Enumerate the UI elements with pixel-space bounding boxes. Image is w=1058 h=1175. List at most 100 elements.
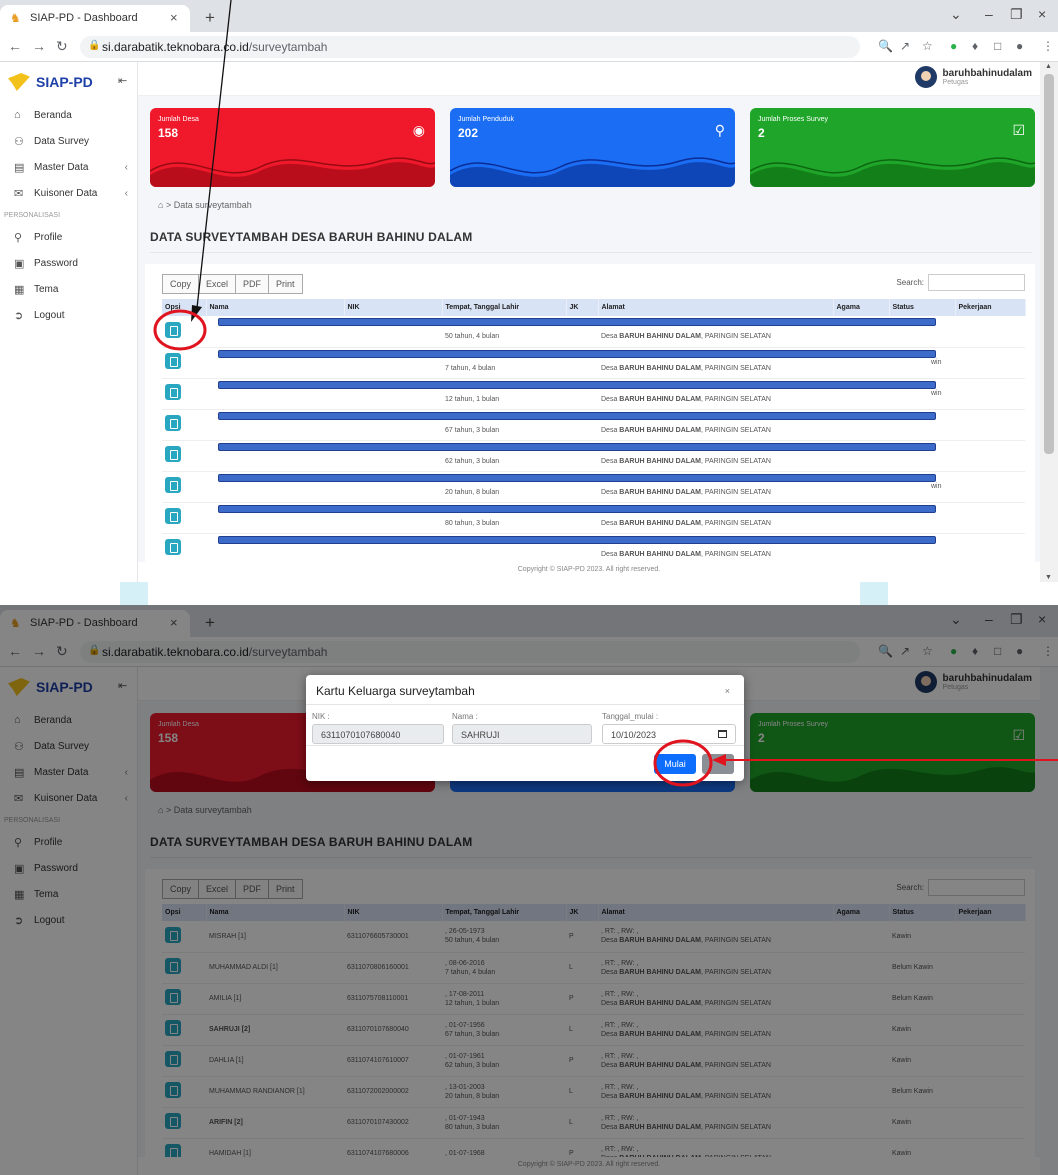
sidebar-item-kuisoner-data[interactable]: ✉ Kuisoner Data ‹ (0, 180, 138, 206)
modal-divider (306, 745, 744, 746)
sidebar-item-label: Data Survey (34, 135, 90, 147)
stat-card-wave (150, 157, 435, 187)
sidebar-item-tema[interactable]: ▦ Tema (0, 276, 138, 302)
print-button[interactable]: Print (268, 274, 303, 294)
opsi-button[interactable] (165, 321, 181, 338)
calendar-icon[interactable] (718, 730, 727, 738)
nik-input[interactable]: 6311070107680040 (312, 724, 444, 744)
browser-tab[interactable]: ♞ SIAP-PD - Dashboard × (0, 5, 190, 32)
cell-alamat-prefix: Desa (601, 550, 618, 558)
modal-close-button[interactable] (702, 754, 734, 774)
zoom-icon[interactable]: 🔍 (878, 39, 893, 53)
sidebar-item-password[interactable]: ▣ Password (0, 250, 138, 276)
table-cell-opsi (162, 409, 206, 441)
page-title: DATA SURVEYTAMBAH DESA BARUH BAHINU DALA… (150, 230, 473, 244)
breadcrumb: ⌂ > Data surveytambah (158, 200, 252, 210)
column-header[interactable]: Agama (833, 299, 890, 316)
minimize-icon[interactable]: – (985, 6, 993, 22)
user-menu[interactable]: baruhbahinudalam Petugas (914, 66, 1032, 88)
sidebar-menu: ⌂ Beranda ⚇ Data Survey ▤ Master Data ‹ ✉ Kui… (0, 102, 138, 328)
nama-input[interactable]: SAHRUJI (452, 724, 592, 744)
cell-ttl-age: 12 tahun, 1 bulan (445, 395, 500, 403)
opsi-button[interactable] (165, 446, 181, 462)
close-icon[interactable]: × (725, 686, 730, 696)
reload-icon[interactable]: ↻ (56, 38, 68, 55)
url-field[interactable]: 🔒 si.darabatik.teknobara.co.id/surveytam… (80, 36, 860, 58)
cell-alamat-desa: BARUH BAHINU DALAM (619, 457, 701, 465)
tab-title: SIAP-PD - Dashboard (30, 12, 138, 24)
sidebar-item-data-survey[interactable]: ⚇ Data Survey (0, 128, 138, 154)
sidebar-item-beranda[interactable]: ⌂ Beranda (0, 102, 138, 128)
nama-field: Nama : SAHRUJI (452, 712, 592, 744)
column-header[interactable]: Pekerjaan (955, 299, 1026, 316)
sidebar-item-profile[interactable]: ⚲ Profile (0, 224, 138, 250)
lock-icon: ▣ (14, 257, 25, 270)
scroll-up-icon[interactable]: ▲ (1045, 63, 1052, 70)
bookmark-icon[interactable]: ☆ (922, 39, 933, 53)
extension-icon[interactable]: ● (950, 39, 957, 53)
cell-pekerjaan (955, 471, 1025, 503)
maximize-icon[interactable]: ❐ (1010, 6, 1023, 23)
table-row: 12 tahun, 1 bulan Desa BARUH BAHINU DALAM… (162, 378, 1025, 410)
chevron-left-icon: ‹ (124, 161, 128, 173)
column-header[interactable]: Nama (206, 299, 345, 316)
home-icon[interactable]: ⌂ (158, 200, 163, 210)
divider (150, 252, 1032, 253)
pin-icon: ◉ (412, 122, 425, 138)
scroll-down-icon[interactable]: ▼ (1045, 574, 1052, 581)
stat-card-label: Jumlah Proses Survey (758, 116, 829, 123)
opsi-button[interactable] (165, 508, 181, 524)
cell-alamat-desa: BARUH BAHINU DALAM (619, 395, 701, 403)
search-input[interactable] (928, 274, 1025, 291)
browser-tab-bar: ♞ SIAP-PD - Dashboard × + ⌄ – ❐ × (0, 0, 1058, 32)
brand[interactable]: SIAP-PD (8, 68, 93, 96)
sidebar-item-logout[interactable]: ➲ Logout (0, 302, 138, 328)
column-header[interactable]: Opsi (162, 299, 207, 316)
scrollbar-thumb[interactable] (1044, 74, 1054, 454)
table-cell-opsi (162, 316, 206, 348)
mulai-button[interactable]: Mulai (654, 754, 696, 774)
pdf-button[interactable]: PDF (235, 274, 270, 294)
copy-button[interactable]: Copy (162, 274, 200, 294)
close-window-icon[interactable]: × (1038, 6, 1046, 22)
close-tab-icon[interactable]: × (170, 10, 178, 25)
browser-menu-icon[interactable]: ⋮ (1042, 39, 1054, 53)
column-header[interactable]: Alamat (598, 299, 834, 316)
tab-search-icon[interactable]: ⌄ (950, 6, 962, 23)
excel-button[interactable]: Excel (198, 274, 237, 294)
opsi-button[interactable] (165, 384, 181, 400)
footer: Copyright © SIAP-PD 2023. All right rese… (138, 562, 1040, 582)
opsi-button[interactable] (165, 539, 181, 555)
sidebar-item-master-data[interactable]: ▤ Master Data ‹ (0, 154, 138, 180)
table-row: Desa BARUH BAHINU DALAM, PARINGIN SELATA… (162, 533, 1025, 565)
opsi-button[interactable] (165, 477, 181, 493)
cell-ttl-age: 50 tahun, 4 bulan (445, 333, 500, 341)
modal-title: Kartu Keluarga surveytambah (316, 684, 475, 698)
tanggal-mulai-input[interactable]: 10/10/2023 (602, 724, 736, 744)
search: Search: (896, 274, 1025, 291)
column-header[interactable]: Status (889, 299, 956, 316)
brand-name: SIAP-PD (36, 74, 93, 90)
column-header[interactable]: Tempat, Tanggal Lahir (442, 299, 567, 316)
table-row: 20 tahun, 8 bulan Desa BARUH BAHINU DALAM… (162, 471, 1025, 503)
column-header[interactable]: NIK (344, 299, 443, 316)
cell-alamat-kec: , PARINGIN SELATAN (700, 519, 771, 527)
profile-icon[interactable]: ● (1016, 39, 1023, 53)
collapse-sidebar-icon[interactable]: ⇤ (118, 74, 127, 87)
sidepanel-icon[interactable]: □ (994, 39, 1001, 53)
back-icon[interactable]: ← (8, 38, 22, 54)
cell-alamat-prefix: Desa (601, 364, 618, 372)
survey-table-1: Opsi Nama NIK Tempat, Tanggal Lahir JK Alamat… (162, 299, 1026, 565)
cell-alamat-prefix: Desa (601, 395, 618, 403)
extensions-puzzle-icon[interactable]: ♦ (972, 39, 978, 53)
table-row: 7 tahun, 4 bulan Desa BARUH BAHINU DALAM,… (162, 347, 1025, 379)
forward-icon[interactable]: → (32, 38, 46, 54)
sidebar-item-label: Password (34, 257, 78, 269)
new-tab-icon[interactable]: + (205, 8, 215, 28)
column-header[interactable]: JK (566, 299, 599, 316)
opsi-button[interactable] (165, 353, 181, 369)
page-scrollbar[interactable]: ▲ ▼ (1040, 62, 1058, 582)
share-icon[interactable]: ↗ (900, 39, 910, 53)
opsi-button[interactable] (165, 415, 181, 431)
cell-alamat-kec: , PARINGIN SELATAN (700, 395, 771, 403)
